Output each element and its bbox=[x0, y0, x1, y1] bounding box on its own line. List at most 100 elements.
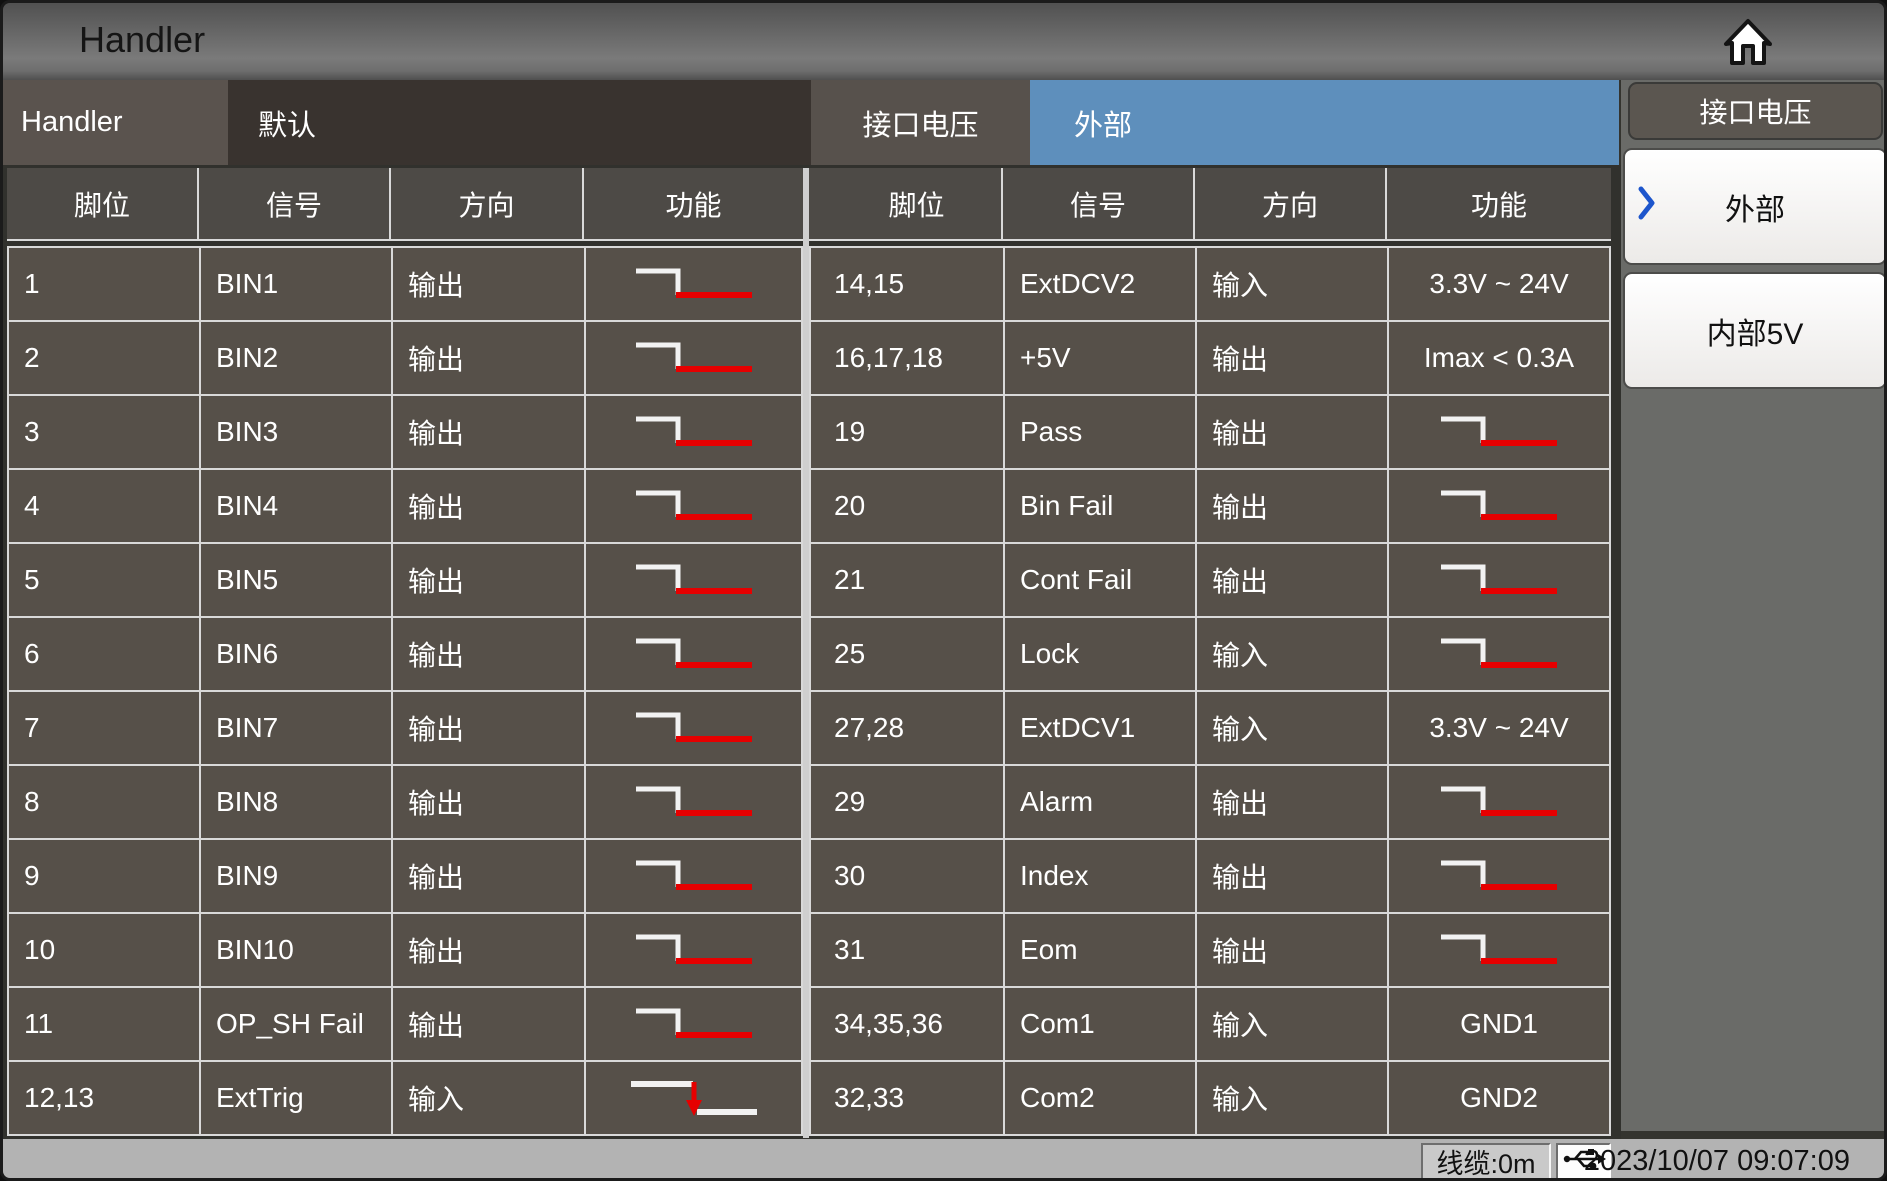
function-cell: 3.3V ~ 24V bbox=[1389, 248, 1609, 320]
direction-cell: 输出 bbox=[393, 322, 586, 394]
signal-cell: Bin Fail bbox=[1005, 470, 1197, 542]
table-row: 21Cont Fail输出 bbox=[811, 544, 1609, 618]
table-row: 1BIN1输出 bbox=[9, 248, 801, 322]
pin-cell: 11 bbox=[9, 988, 201, 1060]
active-low-waveform-icon bbox=[632, 930, 756, 970]
direction-cell: 输出 bbox=[393, 988, 586, 1060]
signal-cell: ExtDCV2 bbox=[1005, 248, 1197, 320]
active-low-waveform-icon bbox=[1437, 782, 1561, 822]
pin-table-area: 脚位信号方向功能 1BIN1输出2BIN2输出3BIN3输出4BIN4输出5BI… bbox=[3, 165, 1621, 1139]
signal-cell: BIN6 bbox=[201, 618, 393, 690]
function-cell: GND2 bbox=[1389, 1062, 1609, 1134]
table-row: 34,35,36Com1输入GND1 bbox=[811, 988, 1609, 1062]
table-row: 6BIN6输出 bbox=[9, 618, 801, 692]
signal-cell: Index bbox=[1005, 840, 1197, 912]
table-row: 14,15ExtDCV2输入3.3V ~ 24V bbox=[811, 248, 1609, 322]
table-row: 16,17,18+5V输出Imax < 0.3A bbox=[811, 322, 1609, 396]
column-header: 方向 bbox=[1195, 168, 1387, 239]
handler-label: Handler bbox=[3, 80, 228, 165]
direction-cell: 输出 bbox=[1197, 840, 1389, 912]
table-row: 27,28ExtDCV1输入3.3V ~ 24V bbox=[811, 692, 1609, 766]
active-low-waveform-icon bbox=[632, 1004, 756, 1044]
signal-cell: Com2 bbox=[1005, 1062, 1197, 1134]
direction-cell: 输入 bbox=[1197, 692, 1389, 764]
column-header: 信号 bbox=[1003, 168, 1195, 239]
direction-cell: 输出 bbox=[393, 248, 586, 320]
table-header: 脚位信号方向功能 bbox=[809, 168, 1611, 241]
signal-cell: ExtDCV1 bbox=[1005, 692, 1197, 764]
table-row: 31Eom输出 bbox=[811, 914, 1609, 988]
active-low-waveform-icon bbox=[632, 338, 756, 378]
table-row: 32,33Com2输入GND2 bbox=[811, 1062, 1609, 1134]
pin-cell: 8 bbox=[9, 766, 201, 838]
direction-cell: 输出 bbox=[393, 470, 586, 542]
pin-table-left: 脚位信号方向功能 1BIN1输出2BIN2输出3BIN3输出4BIN4输出5BI… bbox=[7, 168, 803, 1136]
sidebar-header: 接口电压 bbox=[1628, 82, 1883, 140]
table-row: 8BIN8输出 bbox=[9, 766, 801, 840]
selected-chevron-icon bbox=[1637, 186, 1657, 228]
signal-cell: BIN1 bbox=[201, 248, 393, 320]
signal-cell: Cont Fail bbox=[1005, 544, 1197, 616]
title-bar: Handler bbox=[3, 3, 1884, 80]
signal-cell: OP_SH Fail bbox=[201, 988, 393, 1060]
pin-cell: 29 bbox=[811, 766, 1005, 838]
function-cell: Imax < 0.3A bbox=[1389, 322, 1609, 394]
signal-cell: BIN3 bbox=[201, 396, 393, 468]
direction-cell: 输出 bbox=[1197, 322, 1389, 394]
sidebar-button-label: 外部 bbox=[1725, 185, 1785, 229]
table-row: 10BIN10输出 bbox=[9, 914, 801, 988]
function-cell: GND1 bbox=[1389, 988, 1609, 1060]
table-row: 30Index输出 bbox=[811, 840, 1609, 914]
pin-table-right: 脚位信号方向功能 14,15ExtDCV2输入3.3V ~ 24V16,17,1… bbox=[809, 168, 1611, 1136]
function-cell bbox=[586, 470, 801, 542]
direction-cell: 输出 bbox=[393, 544, 586, 616]
function-cell bbox=[1389, 470, 1609, 542]
function-cell bbox=[586, 692, 801, 764]
table-row: 4BIN4输出 bbox=[9, 470, 801, 544]
sidebar-interface-voltage: 接口电压 外部 内部5V bbox=[1621, 80, 1887, 1131]
pin-cell: 27,28 bbox=[811, 692, 1005, 764]
direction-cell: 输出 bbox=[393, 766, 586, 838]
signal-cell: BIN7 bbox=[201, 692, 393, 764]
pin-cell: 10 bbox=[9, 914, 201, 986]
column-header: 脚位 bbox=[809, 168, 1003, 239]
active-low-waveform-icon bbox=[632, 708, 756, 748]
direction-cell: 输入 bbox=[1197, 618, 1389, 690]
function-cell bbox=[1389, 766, 1609, 838]
table-row: 3BIN3输出 bbox=[9, 396, 801, 470]
home-icon bbox=[1721, 55, 1775, 70]
interface-voltage-field[interactable]: 外部 bbox=[1030, 80, 1619, 165]
sidebar-button-internal-5v[interactable]: 内部5V bbox=[1623, 272, 1887, 389]
active-low-waveform-icon bbox=[1437, 856, 1561, 896]
active-low-waveform-icon bbox=[632, 856, 756, 896]
signal-cell: +5V bbox=[1005, 322, 1197, 394]
active-low-waveform-icon bbox=[1437, 486, 1561, 526]
table-row: 25Lock输入 bbox=[811, 618, 1609, 692]
handler-mode-field[interactable]: 默认 bbox=[228, 80, 811, 165]
active-low-waveform-icon bbox=[1437, 412, 1561, 452]
signal-cell: Alarm bbox=[1005, 766, 1197, 838]
table-row: 12,13ExtTrig输入 bbox=[9, 1062, 801, 1134]
sidebar-button-external[interactable]: 外部 bbox=[1623, 148, 1887, 265]
table-row: 5BIN5输出 bbox=[9, 544, 801, 618]
function-cell bbox=[586, 396, 801, 468]
table-row: 29Alarm输出 bbox=[811, 766, 1609, 840]
direction-cell: 输出 bbox=[1197, 544, 1389, 616]
direction-cell: 输出 bbox=[1197, 914, 1389, 986]
signal-cell: ExtTrig bbox=[201, 1062, 393, 1134]
function-cell bbox=[586, 988, 801, 1060]
direction-cell: 输出 bbox=[393, 840, 586, 912]
column-header: 功能 bbox=[1387, 168, 1611, 239]
direction-cell: 输入 bbox=[1197, 988, 1389, 1060]
table-body: 14,15ExtDCV2输入3.3V ~ 24V16,17,18+5V输出Ima… bbox=[809, 246, 1611, 1136]
active-low-waveform-icon bbox=[1437, 560, 1561, 600]
active-low-waveform-icon bbox=[1437, 930, 1561, 970]
home-button[interactable] bbox=[1720, 17, 1776, 69]
active-low-waveform-icon bbox=[632, 412, 756, 452]
active-low-waveform-icon bbox=[632, 560, 756, 600]
function-cell bbox=[586, 840, 801, 912]
signal-cell: BIN4 bbox=[201, 470, 393, 542]
active-low-waveform-icon bbox=[632, 782, 756, 822]
direction-cell: 输出 bbox=[393, 396, 586, 468]
direction-cell: 输入 bbox=[393, 1062, 586, 1134]
